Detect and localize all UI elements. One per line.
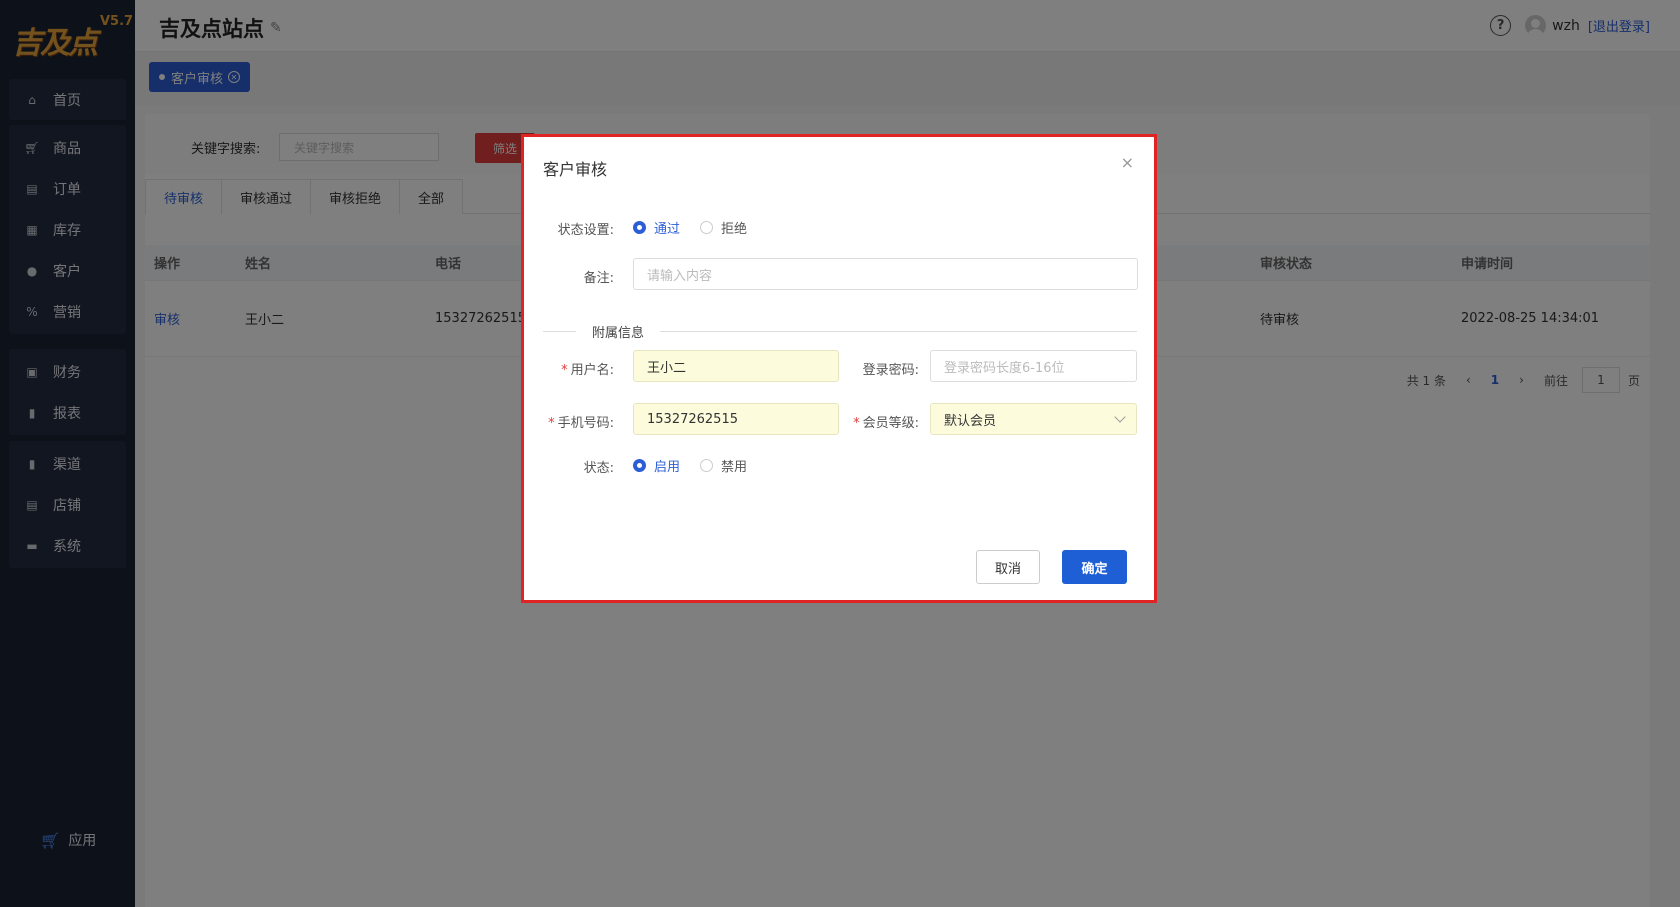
remark-label: 备注: xyxy=(583,271,614,286)
close-icon[interactable]: × xyxy=(1121,153,1134,172)
status-setting-label: 状态设置: xyxy=(557,223,614,238)
level-label: * 会员等级: xyxy=(829,412,919,431)
required-mark: * xyxy=(561,363,568,378)
radio-reject[interactable]: 拒绝 xyxy=(700,218,747,237)
dialog-title: 客户审核 xyxy=(543,160,608,179)
state-label: 状态: xyxy=(583,461,614,476)
username-field[interactable]: 王小二 xyxy=(633,350,839,382)
username-label-text: 用户名: xyxy=(570,363,614,378)
remark-input[interactable]: 请输入内容 xyxy=(633,258,1138,290)
radio-selected-icon xyxy=(633,221,646,234)
required-mark: * xyxy=(853,416,860,431)
radio-enable-label: 启用 xyxy=(654,460,681,475)
confirm-button[interactable]: 确定 xyxy=(1062,550,1127,584)
radio-disable-label: 禁用 xyxy=(721,460,748,475)
password-label: 登录密码: xyxy=(862,363,919,378)
cancel-button[interactable]: 取消 xyxy=(976,550,1040,584)
phone-label: * 手机号码: xyxy=(534,412,614,431)
required-mark: * xyxy=(548,416,555,431)
radio-disable[interactable]: 禁用 xyxy=(700,456,747,475)
chevron-down-icon xyxy=(1114,411,1126,423)
phone-field[interactable]: 15327262515 xyxy=(633,403,839,435)
radio-empty-icon xyxy=(700,459,713,472)
review-dialog: 客户审核 × 状态设置: 通过 拒绝 备注: 请输入内容 附属信息 * 用户名: … xyxy=(521,134,1157,603)
member-level-value: 默认会员 xyxy=(944,413,997,429)
phone-label-text: 手机号码: xyxy=(557,416,614,431)
radio-empty-icon xyxy=(700,221,713,234)
level-label-text: 会员等级: xyxy=(862,416,919,431)
radio-enable[interactable]: 启用 xyxy=(633,456,680,475)
username-label: * 用户名: xyxy=(534,359,614,378)
section-title: 附属信息 xyxy=(576,322,661,341)
radio-pass-label: 通过 xyxy=(654,222,681,237)
radio-reject-label: 拒绝 xyxy=(721,222,748,237)
radio-pass[interactable]: 通过 xyxy=(633,218,680,237)
radio-selected-icon xyxy=(633,459,646,472)
member-level-select[interactable]: 默认会员 xyxy=(930,403,1137,435)
password-field[interactable]: 登录密码长度6-16位 xyxy=(930,350,1137,382)
